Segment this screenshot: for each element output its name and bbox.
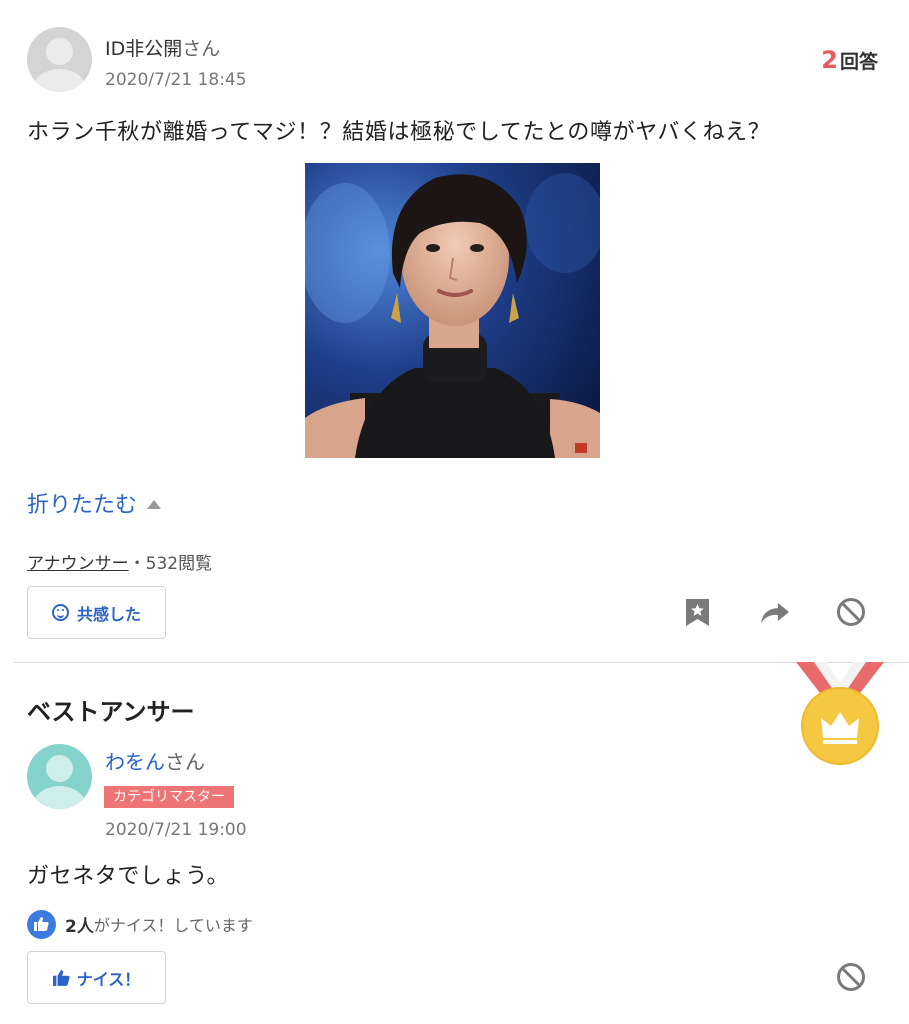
triangle-up-icon	[147, 500, 162, 509]
avatar-head-shape	[46, 755, 73, 782]
medal-crown-icon	[796, 662, 884, 765]
avatar-head-shape	[46, 38, 73, 65]
share-icon[interactable]	[760, 601, 790, 625]
question-photo[interactable]	[305, 163, 600, 458]
asker-name: ID非公開さん	[105, 34, 220, 61]
view-count: ・532閲覧	[128, 554, 213, 574]
sympathy-button[interactable]: 共感した	[27, 586, 166, 639]
portrait-image	[305, 163, 600, 458]
avatar-body-shape	[33, 69, 86, 92]
best-answer-heading: ベストアンサー	[27, 698, 195, 726]
answer-count-number: 2	[821, 46, 838, 74]
thumbs-up-icon	[27, 909, 56, 939]
answer-date: 2020/7/21 19:00	[105, 820, 247, 840]
nice-button[interactable]: ナイス！	[27, 951, 166, 1004]
question-text: ホラン千秋が離婚ってマジ！？結婚は極秘でしてたとの噂がヤバくねえ？	[27, 120, 771, 145]
nice-count: 2人	[65, 916, 94, 937]
answerer-suffix: さん	[165, 750, 205, 774]
category-master-badge: カテゴリマスター	[104, 786, 234, 808]
block-icon[interactable]	[836, 962, 866, 992]
answerer-name-link[interactable]: わをん	[105, 750, 165, 774]
bookmark-icon[interactable]	[685, 598, 710, 627]
thumbs-up-icon	[52, 969, 70, 986]
answer-count[interactable]: 2 回答	[821, 46, 878, 74]
asker-suffix: さん	[182, 38, 221, 60]
answer-text: ガセネタでしょう。	[27, 864, 230, 889]
smile-icon	[51, 604, 69, 621]
nice-count-suffix: がナイス！しています	[93, 916, 253, 935]
collapse-label: 折りたたむ	[27, 493, 138, 518]
question-meta: アナウンサー・532閲覧	[27, 549, 212, 574]
answerer-avatar[interactable]	[27, 744, 92, 809]
nice-button-label: ナイス！	[76, 969, 141, 989]
answer-count-label: 回答	[839, 51, 878, 73]
nice-count-line: 2人 がナイス！しています	[27, 909, 253, 939]
asker-name-text: ID非公開	[105, 38, 183, 60]
avatar-body-shape	[33, 786, 86, 809]
question-date: 2020/7/21 18:45	[105, 70, 247, 90]
asker-avatar[interactable]	[27, 27, 92, 92]
sympathy-label: 共感した	[76, 604, 141, 624]
category-link[interactable]: アナウンサー	[27, 554, 129, 574]
section-divider	[14, 662, 909, 663]
collapse-link[interactable]: 折りたたむ	[27, 487, 162, 519]
answerer-name: わをんさん	[105, 746, 205, 775]
block-icon[interactable]	[836, 597, 866, 627]
